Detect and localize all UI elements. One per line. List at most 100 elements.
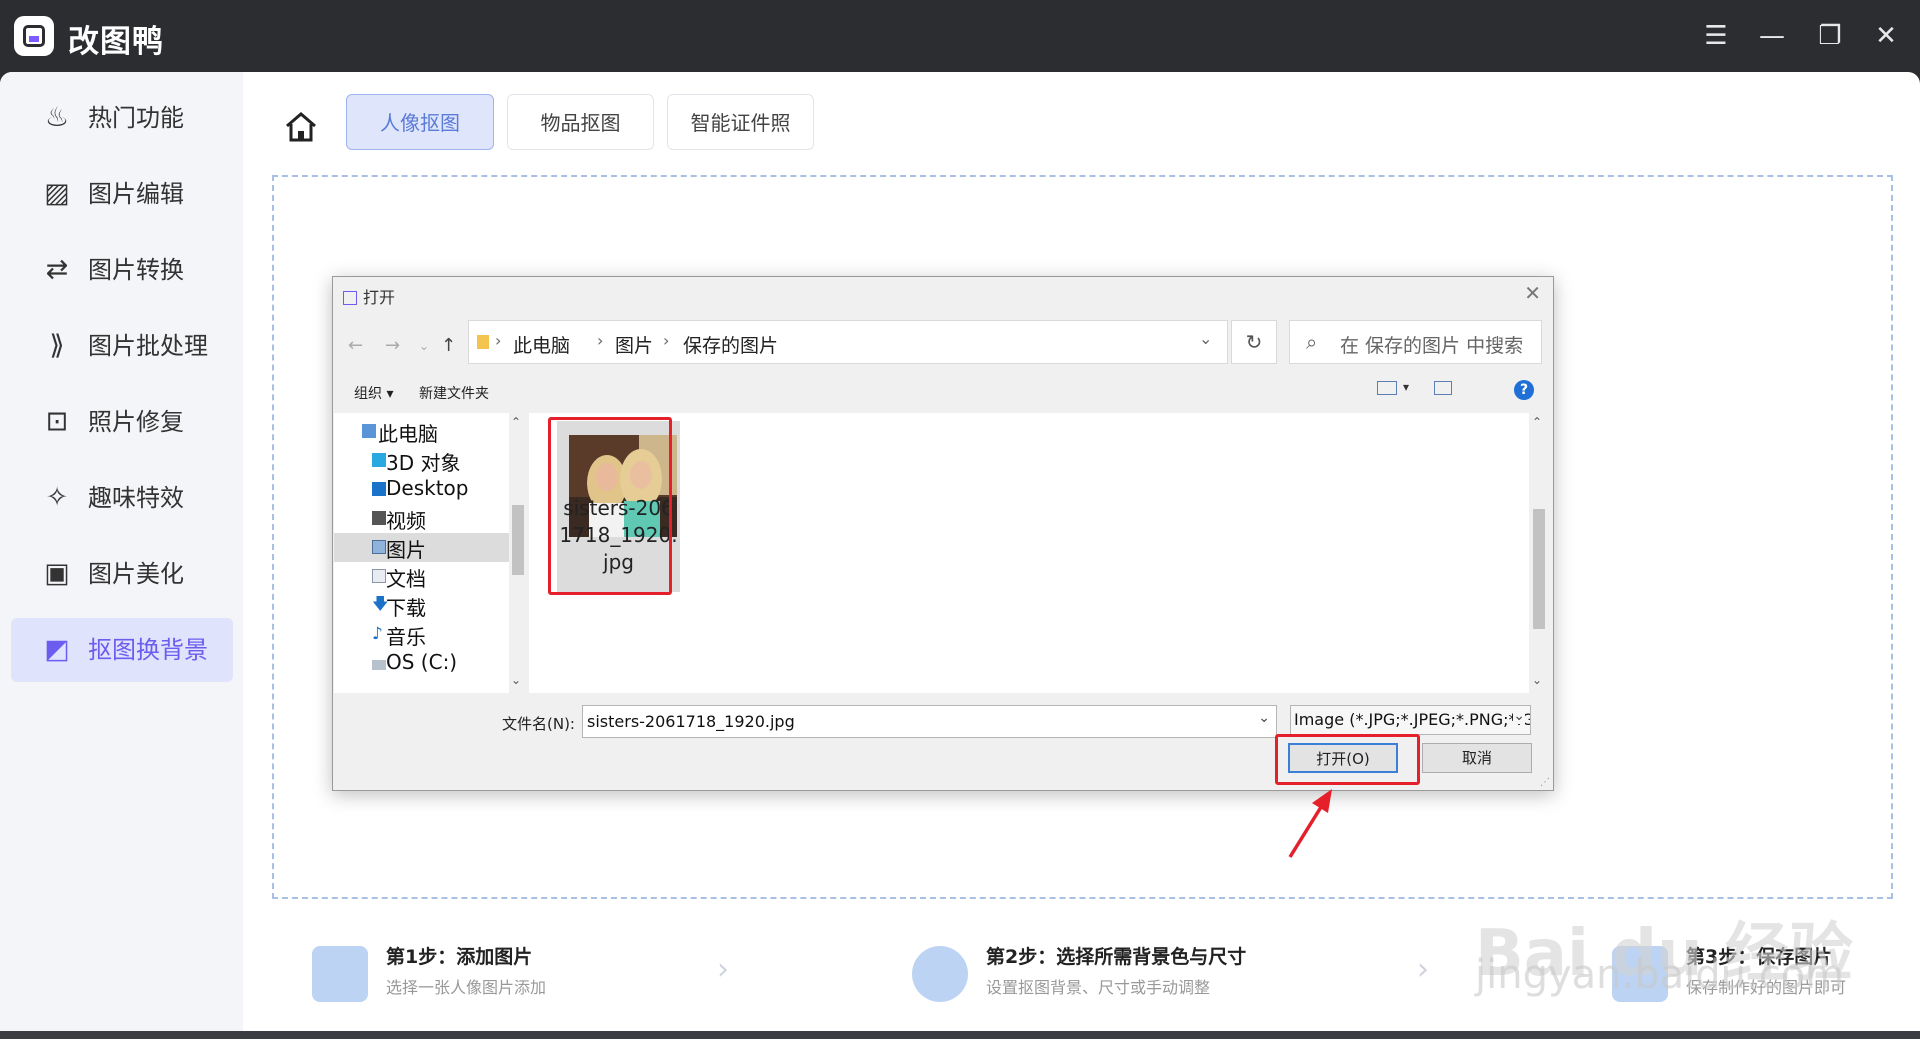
beautify-icon: ▣ xyxy=(44,558,70,589)
sidebar-item-hot[interactable]: ♨ 热门功能 xyxy=(11,86,233,150)
highlight-file-box xyxy=(548,417,672,595)
close-icon[interactable]: ✕ xyxy=(1524,281,1541,305)
tree-item-3d-objects[interactable]: 3D 对象 xyxy=(334,446,509,475)
close-icon[interactable]: ✕ xyxy=(1868,18,1904,54)
tree-item-label: OS (C:) xyxy=(386,650,458,674)
tree-item-videos[interactable]: 视频 xyxy=(334,504,509,533)
tab-object-cutout[interactable]: 物品抠图 xyxy=(507,94,654,150)
sidebar-item-effects[interactable]: ✧ 趣味特效 xyxy=(11,466,233,530)
chevron-down-icon[interactable]: ▾ xyxy=(1403,380,1409,394)
new-folder-button[interactable]: 新建文件夹 xyxy=(419,383,489,403)
scroll-down-icon[interactable]: ⌄ xyxy=(1532,673,1542,687)
scroll-up-icon[interactable]: ⌃ xyxy=(511,415,521,429)
maximize-icon[interactable]: ❐ xyxy=(1812,18,1848,54)
download-icon: 🡇 xyxy=(372,594,389,613)
tree-scrollbar[interactable]: ⌃ ⌄ xyxy=(509,413,527,693)
step-2-title: 第2步：选择所需背景色与尺寸 xyxy=(986,946,1247,968)
tree-item-desktop[interactable]: Desktop xyxy=(334,475,509,504)
chevron-down-icon[interactable]: ⌄ xyxy=(1513,708,1525,724)
resize-grip-icon[interactable]: ⋰ xyxy=(1540,777,1550,788)
home-icon[interactable] xyxy=(283,109,319,145)
chevron-down-icon[interactable]: ⌄ xyxy=(1199,329,1212,348)
recent-chevron-icon[interactable]: ⌄ xyxy=(419,339,429,353)
tree-item-label: Desktop xyxy=(386,476,469,500)
annotation-arrow xyxy=(1288,789,1332,858)
highlight-open-button xyxy=(1275,734,1420,785)
tab-portrait-cutout[interactable]: 人像抠图 xyxy=(346,94,494,150)
dialog-title: 打开 xyxy=(343,284,395,308)
filename-value: sisters-2061718_1920.jpg xyxy=(587,712,795,731)
filename-input[interactable]: sisters-2061718_1920.jpg ⌄ xyxy=(582,705,1277,738)
convert-icon: ⇄ xyxy=(45,254,69,285)
sidebar-item-beautify[interactable]: ▣ 图片美化 xyxy=(11,542,233,606)
filename-label: 文件名(N): xyxy=(502,715,575,733)
open-file-dialog: 打开 ✕ ← → ⌄ ↑ › 此电脑 › 图片 › 保存的图片 ⌄ ↻ ⌕ 在 … xyxy=(332,276,1554,791)
preview-pane-icon[interactable] xyxy=(1434,381,1452,395)
tree-item-label: 图片 xyxy=(386,538,426,562)
tree-item-label: 3D 对象 xyxy=(386,451,461,475)
add-image-icon xyxy=(312,946,368,1002)
sidebar: ♨ 热门功能 ▨ 图片编辑 ⇄ 图片转换 ⟫ 图片批处理 ⊡ 照片修复 ✧ 趣味… xyxy=(0,72,243,1031)
breadcrumb-this-pc[interactable]: 此电脑 xyxy=(513,331,570,358)
sparkle-icon: ✧ xyxy=(45,482,69,513)
tree-item-pictures[interactable]: 图片 xyxy=(334,533,509,562)
sidebar-item-repair[interactable]: ⊡ 照片修复 xyxy=(11,390,233,454)
file-list-scrollbar[interactable]: ⌃ ⌄ xyxy=(1530,413,1548,693)
sidebar-item-convert[interactable]: ⇄ 图片转换 xyxy=(11,238,233,302)
address-bar[interactable]: › 此电脑 › 图片 › 保存的图片 ⌄ xyxy=(468,320,1228,364)
sidebar-item-batch[interactable]: ⟫ 图片批处理 xyxy=(11,314,233,378)
tree-item-label: 音乐 xyxy=(386,625,426,649)
breadcrumb-saved-pictures[interactable]: 保存的图片 xyxy=(683,331,778,358)
refresh-icon[interactable]: ↻ xyxy=(1231,320,1277,364)
sidebar-item-label: 照片修复 xyxy=(88,408,184,436)
back-arrow-icon[interactable]: ← xyxy=(348,335,363,356)
documents-icon xyxy=(372,569,386,583)
navigation-tree: 此电脑 3D 对象 Desktop 视频 图片 文档 🡇 下载 ♪ 音乐 OS … xyxy=(334,413,509,693)
taskbar-strip xyxy=(0,1031,1920,1039)
chevron-down-icon[interactable]: ⌄ xyxy=(1258,710,1270,726)
title-bar: 改图鸭 ☰ — ❐ ✕ xyxy=(0,0,1920,72)
breadcrumb-pictures[interactable]: 图片 xyxy=(615,331,653,358)
tree-item-label: 下载 xyxy=(386,596,426,620)
app-icon xyxy=(343,291,357,305)
file-scroll-thumb[interactable] xyxy=(1533,509,1545,629)
tab-id-photo[interactable]: 智能证件照 xyxy=(667,94,814,150)
file-type-select[interactable]: Image (*.JPG;*.JPEG;*.PNG;*.G ⌄ xyxy=(1290,705,1531,735)
app-title: 改图鸭 xyxy=(68,24,164,60)
forward-arrow-icon[interactable]: → xyxy=(385,335,400,356)
sidebar-item-label: 图片美化 xyxy=(88,560,184,588)
gear-icon xyxy=(912,946,968,1002)
sidebar-item-cutout[interactable]: ◩ 抠图换背景 xyxy=(11,618,233,682)
drive-icon xyxy=(372,660,386,670)
sidebar-item-label: 热门功能 xyxy=(88,104,184,132)
tree-item-os-c[interactable]: OS (C:) xyxy=(334,649,509,678)
chevron-right-icon: › xyxy=(495,331,502,350)
tree-item-downloads[interactable]: 🡇 下载 xyxy=(334,591,509,621)
repair-icon: ⊡ xyxy=(45,406,69,437)
up-arrow-icon[interactable]: ↑ xyxy=(441,335,456,356)
cancel-button[interactable]: 取消 xyxy=(1422,743,1532,773)
image-edit-icon: ▨ xyxy=(44,178,70,209)
tree-item-documents[interactable]: 文档 xyxy=(334,562,509,591)
music-icon: ♪ xyxy=(372,624,383,644)
minimize-icon[interactable]: — xyxy=(1754,18,1790,54)
search-input[interactable]: ⌕ 在 保存的图片 中搜索 xyxy=(1289,320,1542,364)
help-icon[interactable]: ? xyxy=(1514,380,1534,400)
organize-menu[interactable]: 组织 ▾ xyxy=(354,383,393,403)
chevron-right-icon: › xyxy=(663,331,670,350)
cutout-icon: ◩ xyxy=(44,634,70,665)
batch-icon: ⟫ xyxy=(49,330,65,361)
sidebar-item-label: 图片批处理 xyxy=(88,332,208,360)
scroll-down-icon[interactable]: ⌄ xyxy=(511,673,521,687)
video-icon xyxy=(372,511,386,525)
menu-icon[interactable]: ☰ xyxy=(1698,18,1734,54)
tree-item-this-pc[interactable]: 此电脑 xyxy=(334,417,509,446)
tree-scroll-thumb[interactable] xyxy=(512,505,524,575)
fire-icon: ♨ xyxy=(44,102,70,133)
sidebar-item-image-edit[interactable]: ▨ 图片编辑 xyxy=(11,162,233,226)
view-options-icon[interactable] xyxy=(1377,381,1397,395)
scroll-up-icon[interactable]: ⌃ xyxy=(1532,415,1542,429)
3d-objects-icon xyxy=(372,453,386,467)
tree-item-music[interactable]: ♪ 音乐 xyxy=(334,620,509,649)
sidebar-item-label: 抠图换背景 xyxy=(88,636,208,664)
